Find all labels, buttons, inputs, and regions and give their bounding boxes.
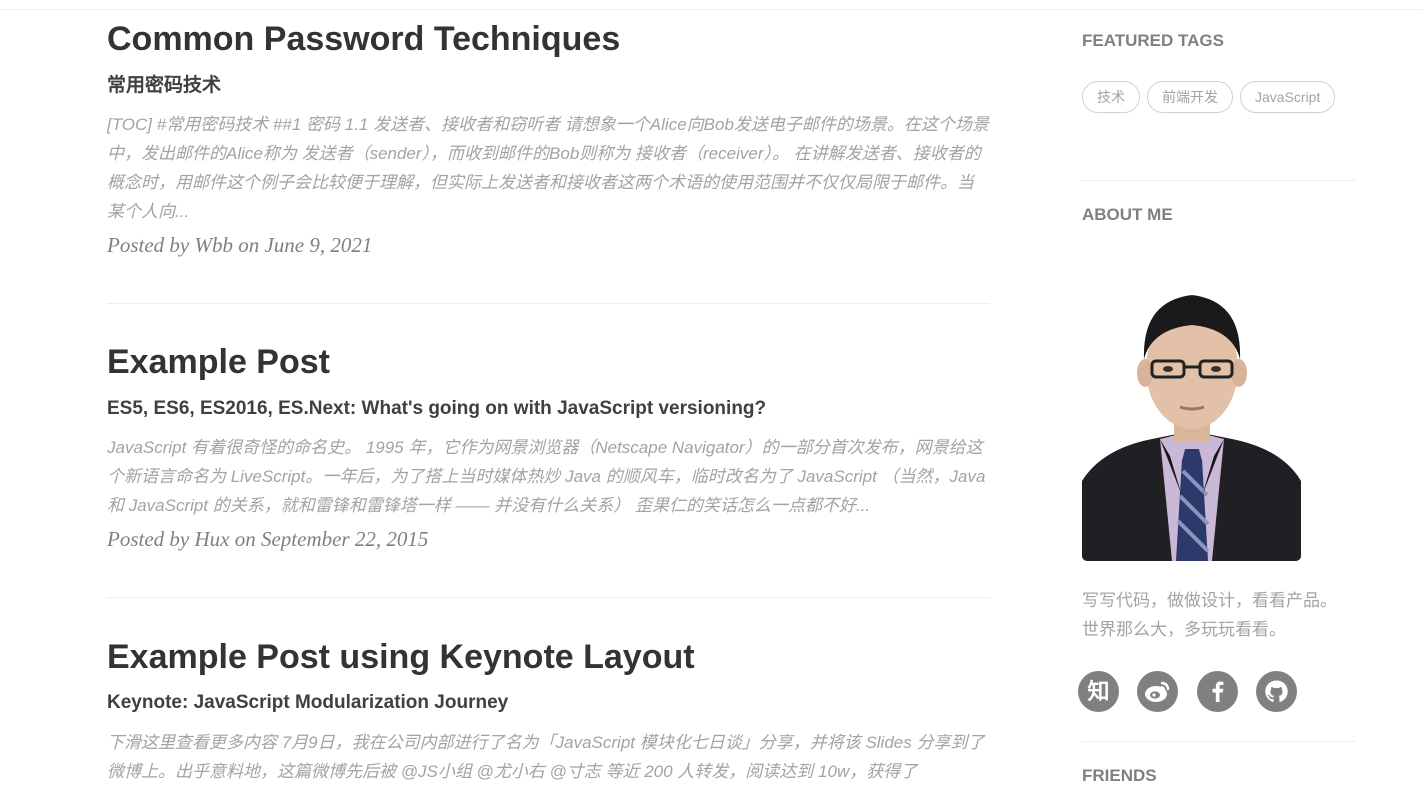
about-bio: 写写代码，做做设计，看看产品。 世界那么大，多玩玩看看。 bbox=[1082, 586, 1337, 644]
post-excerpt[interactable]: 下滑这里查看更多内容 7月9日，我在公司内部进行了名为「JavaScript 模… bbox=[107, 728, 990, 786]
bio-line-2: 世界那么大，多玩玩看看。 bbox=[1082, 620, 1286, 639]
sidebar-divider bbox=[1082, 180, 1356, 181]
post-title[interactable]: Example Post using Keynote Layout bbox=[107, 637, 695, 677]
zhihu-glyph: 知 bbox=[1087, 679, 1109, 704]
post-divider bbox=[107, 303, 990, 304]
sidebar-divider bbox=[1082, 741, 1356, 742]
tag-javascript[interactable]: JavaScript bbox=[1240, 81, 1336, 113]
post-excerpt[interactable]: [TOC] #常用密码技术 ##1 密码 1.1 发送者、接收者和窃听者 请想象… bbox=[107, 110, 990, 226]
weibo-icon[interactable] bbox=[1137, 671, 1179, 712]
github-icon[interactable] bbox=[1256, 671, 1298, 712]
featured-tags-title: FEATURED TAGS bbox=[1082, 31, 1224, 50]
post-title[interactable]: Common Password Techniques bbox=[107, 19, 620, 59]
bio-line-1: 写写代码，做做设计，看看产品。 bbox=[1082, 591, 1337, 610]
post-title[interactable]: Example Post bbox=[107, 342, 330, 382]
tag-cloud: 技术 前端开发 JavaScript bbox=[1082, 81, 1356, 121]
post-subtitle[interactable]: ES5, ES6, ES2016, ES.Next: What's going … bbox=[107, 396, 766, 422]
post-subtitle[interactable]: Keynote: JavaScript Modularization Journ… bbox=[107, 690, 508, 716]
social-links: 知 bbox=[1078, 671, 1311, 712]
friends-title: FRIENDS bbox=[1082, 766, 1157, 785]
tag-tech[interactable]: 技术 bbox=[1082, 81, 1140, 113]
avatar bbox=[1082, 281, 1301, 561]
about-me-title: ABOUT ME bbox=[1082, 205, 1173, 224]
facebook-icon[interactable] bbox=[1196, 671, 1238, 712]
top-nav-border bbox=[0, 0, 1422, 10]
post-meta: Posted by Wbb on June 9, 2021 bbox=[107, 233, 373, 257]
post-subtitle[interactable]: 常用密码技术 bbox=[107, 73, 221, 99]
post-divider bbox=[107, 597, 990, 598]
tag-frontend[interactable]: 前端开发 bbox=[1147, 81, 1233, 113]
zhihu-icon[interactable]: 知 bbox=[1078, 671, 1119, 712]
post-meta: Posted by Hux on September 22, 2015 bbox=[107, 527, 429, 551]
post-excerpt[interactable]: JavaScript 有着很奇怪的命名史。 1995 年，它作为网景浏览器（Ne… bbox=[107, 433, 990, 520]
